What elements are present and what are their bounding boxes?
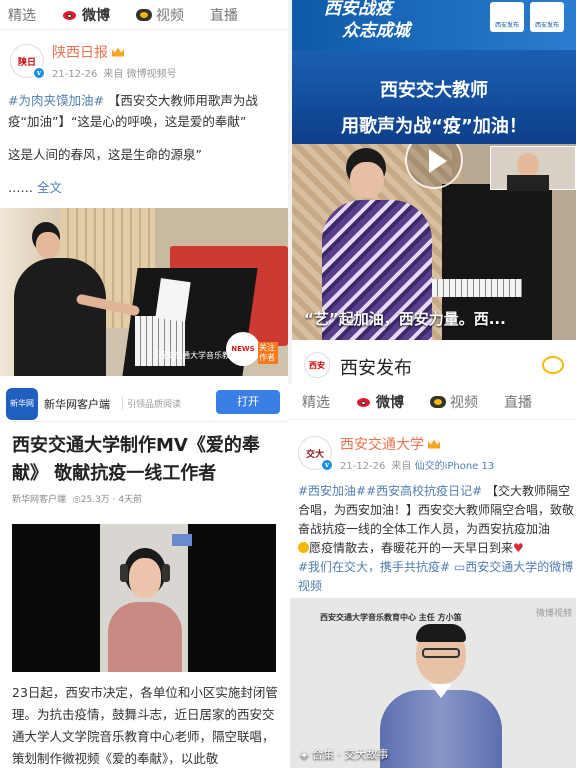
device-link[interactable]: 仙交的iPhone 13	[415, 461, 495, 472]
app-name: 新华网客户端	[44, 398, 110, 411]
video-icon	[430, 395, 446, 408]
weibo-post-xian-release: 西安战疫 众志成城 西安发布 西安发布 西安交大教师 用歌声为战“疫”加油！ “…	[292, 0, 576, 384]
tab-label: 精选	[302, 394, 330, 411]
tab-video[interactable]: 视频	[430, 392, 478, 412]
verified-icon: v	[33, 67, 45, 79]
tab-weibo[interactable]: 微博	[62, 5, 110, 25]
tab-featured[interactable]: 精选	[302, 392, 330, 412]
video-link-icon: ▭	[453, 560, 466, 574]
tab-live[interactable]: 直播	[504, 392, 532, 412]
open-app-button[interactable]: 打开	[216, 390, 280, 414]
account-bar[interactable]: 西安 西安发布	[292, 344, 576, 384]
xinhua-article: 新华网 新华网客户端 引领品质阅读 打开 西安交通大学制作MV《爱的奉献》 敬献…	[0, 384, 288, 768]
layers-icon: ◈	[300, 748, 312, 761]
article-video[interactable]	[12, 524, 276, 672]
article-time: 4天前	[118, 495, 143, 505]
article-source: 新华网客户端	[12, 495, 67, 505]
banner-title: 西安战疫 众志成城	[324, 0, 410, 41]
post-date: 21-12-26	[340, 461, 386, 472]
post-source: 来自 微博视频号	[103, 69, 177, 80]
video-title-area: 西安交大教师 用歌声为战“疫”加油！	[292, 50, 576, 144]
article-title: 西安交通大学制作MV《爱的奉献》 敬献抗疫一线工作者	[12, 435, 260, 484]
tab-label: 精选	[8, 7, 36, 24]
xinhua-logo: 新华网	[6, 388, 38, 420]
post-text: #西安加油##西安高校抗疫日记# 【交大教师隔空合唱，为西安加油！】西安交大教师…	[288, 480, 576, 596]
post-author: 陕日 v 陕西日报 21-12-26 来自 微博视频号	[0, 30, 288, 88]
post-text: #为肉夹馍加油# 【西安交大教师用歌声为战疫“加油”】“这是心的呼唤，这是爱的奉…	[0, 88, 288, 198]
tab-label: 直播	[504, 394, 532, 411]
view-count: 25.3万	[80, 495, 110, 505]
weibo-post-xjtu: 精选 微博 视频 直播 交大 v 西安交通大学 21-12-26 来自 仙交的iPh…	[288, 384, 576, 768]
headline-2: 用歌声为战“疫”加油！	[341, 116, 527, 137]
post-video[interactable]: 西安交通大学音乐教育中心 主任 方小笛 微博视频 ◈ 合集 · 交大故事	[290, 598, 576, 768]
headline-1: 西安交大教师	[380, 80, 488, 101]
hashtag-link[interactable]: #西安加油##西安高校抗疫日记#	[298, 484, 482, 498]
avatar[interactable]: 交大 v	[298, 436, 333, 471]
avatar[interactable]: 陕日 v	[10, 44, 45, 79]
video-banner: 西安战疫 众志成城 西安发布 西安发布	[292, 0, 576, 50]
smile-icon	[298, 542, 309, 553]
crown-icon	[112, 47, 124, 57]
tab-weibo[interactable]: 微博	[356, 392, 404, 412]
post-meta: 21-12-26 来自 仙交的iPhone 13	[340, 457, 494, 472]
weibo-tab-bar: 精选 微博 视频 直播	[0, 0, 288, 30]
post-author: 交大 v 西安交通大学 21-12-26 来自 仙交的iPhone 13	[288, 420, 576, 480]
video-caption: “艺”起加油，西安力量。西...	[304, 310, 506, 328]
post-text-line: 这是人间的春风，这是生命的源泉”	[8, 147, 202, 162]
app-banner: 新华网 新华网客户端 引领品质阅读 打开	[0, 384, 288, 422]
full-text-link[interactable]: 全文	[37, 180, 62, 195]
tab-label: 微博	[376, 394, 404, 411]
badge-xian-release: 西安发布	[490, 2, 524, 32]
weibo-post-shaanxi-daily: 精选 微博 视频 直播 陕日 v 陕西日报 21-12-26 来自 微博视频号 #为…	[0, 0, 288, 384]
post-meta: 21-12-26 来自 微博视频号	[52, 65, 177, 80]
post-video[interactable]: “艺”起加油，西安力量。西...	[292, 144, 576, 340]
collection-label[interactable]: ◈ 合集 · 交大故事	[300, 746, 388, 762]
author-name[interactable]: 西安交通大学	[340, 434, 494, 454]
post-text-line: 愿疫情散去，春暖花开的一天早日到来	[309, 541, 514, 555]
video-watermark: 微博视频	[535, 609, 572, 619]
news-logo: NEWS	[226, 332, 260, 366]
article-body: 23日起，西安市决定，各单位和小区实施封闭管理。为抗击疫情，鼓舞斗志，近日居家的…	[12, 685, 278, 766]
video-icon	[136, 8, 152, 21]
verified-icon: v	[321, 459, 333, 471]
tab-featured[interactable]: 精选	[8, 5, 36, 25]
post-video[interactable]: 西安交通大学音乐教育中 NEWS 关注作者	[0, 208, 288, 376]
article-meta: 新华网客户端 ◎25.3万 · 4天前	[12, 495, 143, 505]
follow-author-badge[interactable]: 关注作者	[258, 342, 278, 364]
tab-live[interactable]: 直播	[210, 5, 238, 25]
tab-label: 直播	[210, 7, 238, 24]
hashtag-link[interactable]: #我们在交大，携手共抗疫#	[298, 560, 450, 574]
account-name: 西安发布	[340, 358, 412, 379]
ellipsis: ……	[8, 180, 33, 195]
tab-label: 视频	[450, 394, 478, 411]
post-date: 21-12-26	[52, 69, 98, 80]
author-name[interactable]: 陕西日报	[52, 42, 177, 62]
share-icon[interactable]	[542, 356, 564, 374]
video-header: 西安交通大学音乐教育中心 主任 方小笛	[320, 613, 462, 622]
app-meta: 引领品质阅读	[122, 397, 181, 410]
post-source-prefix: 来自	[391, 461, 412, 472]
weibo-icon	[62, 8, 78, 21]
badge-xian-release-2: 西安发布	[530, 2, 564, 32]
tab-label: 视频	[156, 7, 184, 24]
weibo-tab-bar: 精选 微博 视频 直播	[288, 384, 576, 420]
tab-video[interactable]: 视频	[136, 5, 184, 25]
inset-video	[490, 146, 576, 191]
weibo-icon	[356, 395, 372, 408]
hashtag-link[interactable]: #为肉夹馍加油#	[8, 93, 104, 108]
tab-label: 微博	[82, 7, 110, 24]
avatar[interactable]: 西安	[304, 352, 330, 378]
heart-icon: ♥	[513, 541, 524, 555]
crown-icon	[428, 439, 440, 449]
